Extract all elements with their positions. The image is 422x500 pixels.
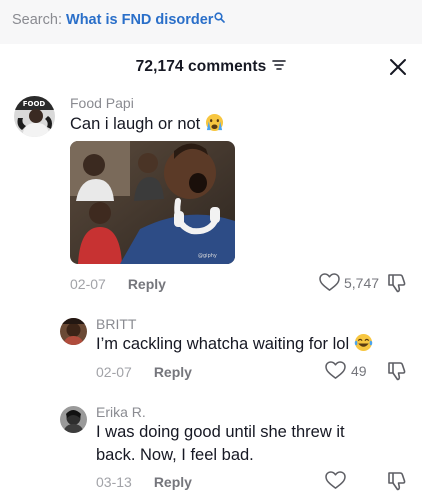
comment-text: I’m cackling whatcha waiting for lol xyxy=(96,333,373,359)
like-button[interactable] xyxy=(325,471,351,490)
comment-text-body: I’m cackling whatcha waiting for lol xyxy=(96,335,350,353)
comment-date: 02-07 xyxy=(70,276,106,292)
comment-meta: 02-07 Reply xyxy=(96,364,192,380)
comment-meta: 03-13 Reply xyxy=(96,474,192,490)
comment-gif-image[interactable]: @giphy xyxy=(70,141,235,264)
dislike-icon[interactable] xyxy=(387,361,407,386)
heart-icon[interactable] xyxy=(325,471,346,490)
avatar[interactable]: FOOD xyxy=(14,96,55,137)
reply-item: BRITT I’m cackling whatcha waiting for l… xyxy=(0,312,422,392)
svg-text:FOOD: FOOD xyxy=(23,100,46,108)
comment-meta: 02-07 Reply xyxy=(70,276,166,292)
comment-count-sort[interactable]: 72,174 comments xyxy=(136,58,287,76)
search-bar[interactable]: Search: What is FND disorder xyxy=(0,0,422,44)
like-count: 5,747 xyxy=(344,274,380,291)
comment-date: 03-13 xyxy=(96,474,132,490)
comment-text: I was doing good until she threw it back… xyxy=(96,421,345,467)
reply-button[interactable]: Reply xyxy=(154,364,192,380)
avatar[interactable] xyxy=(60,406,87,433)
comment-count: 72,174 comments xyxy=(135,58,267,75)
sort-filter-icon[interactable] xyxy=(272,58,287,76)
dislike-icon[interactable] xyxy=(387,471,407,496)
comment-username[interactable]: Food Papi xyxy=(70,95,134,111)
reply-item: Erika R. I was doing good until she thre… xyxy=(0,400,422,500)
search-query-link[interactable]: What is FND disorder xyxy=(66,12,213,28)
comment-text-line: I was doing good until she threw it xyxy=(96,423,345,441)
like-count: 49 xyxy=(351,362,367,379)
heart-icon[interactable] xyxy=(325,361,346,380)
heart-icon[interactable] xyxy=(319,273,340,292)
tears-of-joy-emoji xyxy=(354,333,373,359)
comment-text-line: back. Now, I feel bad. xyxy=(96,446,254,464)
comment-text: Can i laugh or not xyxy=(70,113,224,139)
comments-header: 72,174 comments xyxy=(0,44,422,90)
comment-date: 02-07 xyxy=(96,364,132,380)
comment-username[interactable]: Erika R. xyxy=(96,404,146,420)
search-prefix: Search: xyxy=(12,12,62,28)
like-button[interactable]: 5,747 xyxy=(319,273,379,292)
svg-text:@giphy: @giphy xyxy=(198,253,217,259)
avatar[interactable] xyxy=(60,318,87,345)
like-button[interactable]: 49 xyxy=(325,361,367,380)
crying-face-emoji xyxy=(205,113,224,139)
comment-username[interactable]: BRITT xyxy=(96,316,136,332)
comment-text-body: Can i laugh or not xyxy=(70,115,201,133)
reply-button[interactable]: Reply xyxy=(154,474,192,490)
reply-button[interactable]: Reply xyxy=(128,276,166,292)
dislike-icon[interactable] xyxy=(387,273,407,298)
close-icon[interactable] xyxy=(388,57,408,77)
search-icon[interactable] xyxy=(214,11,226,27)
